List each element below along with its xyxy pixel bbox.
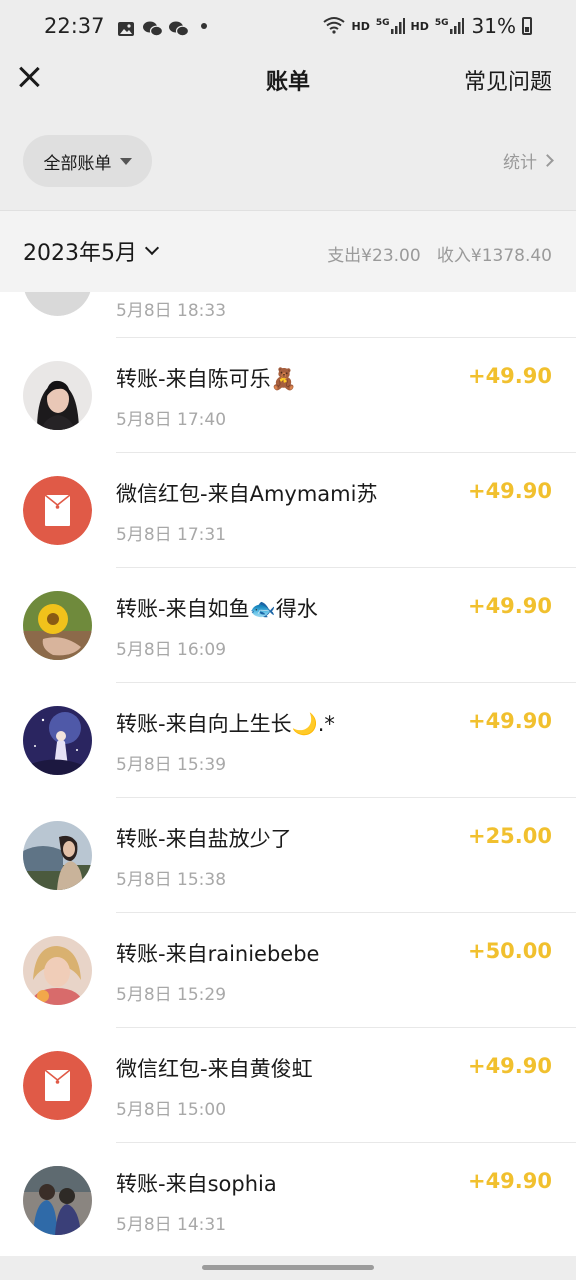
transaction-time: 5月8日 18:33 xyxy=(116,301,227,321)
hd-5g-signal-icon: 5G xyxy=(435,18,464,34)
all-bills-filter-button[interactable]: 全部账单 xyxy=(23,135,152,187)
transaction-title: 微信红包-来自Amymami苏 xyxy=(116,482,378,506)
status-bar: 22:37 HD 5G HD 5G 31% xyxy=(0,0,576,52)
transaction-time: 5月8日 15:38 xyxy=(116,870,227,890)
transaction-time: 5月8日 15:00 xyxy=(116,1100,227,1120)
chevron-right-icon xyxy=(541,154,554,167)
photo-avatar-woman xyxy=(23,361,92,430)
avatar xyxy=(23,292,92,316)
wechat-icon xyxy=(142,18,163,37)
transaction-title: 转账-来自sophia xyxy=(116,1172,277,1196)
list-item[interactable]: 转账-来自陈可乐🧸 5月8日 17:40 +49.90 xyxy=(0,338,576,453)
status-left: 22:37 xyxy=(44,14,207,38)
transaction-amount: +49.90 xyxy=(467,709,552,733)
transaction-title: 转账-来自陈可乐🧸 xyxy=(116,367,297,391)
month-label: 2023年5月 xyxy=(23,241,137,266)
photo-avatar-blonde xyxy=(23,936,92,1005)
filter-bar: 全部账单 统计 xyxy=(0,112,576,210)
transaction-title: 转账-来自如鱼🐟得水 xyxy=(116,597,318,621)
stats-label: 统计 xyxy=(503,153,537,173)
status-time: 22:37 xyxy=(44,14,105,38)
transaction-list: 5月8日 18:33 转账-来自陈可乐🧸 5月8日 17:40 +49.90 微… xyxy=(0,292,576,1256)
nav-bar: 账单 常见问题 xyxy=(0,52,576,112)
transaction-time: 5月8日 15:29 xyxy=(116,985,227,1005)
transaction-title: 转账-来自向上生长🌙.* xyxy=(116,712,335,736)
transaction-time: 5月8日 16:09 xyxy=(116,640,227,660)
battery-icon xyxy=(522,17,532,35)
list-item[interactable]: 转账-来自向上生长🌙.* 5月8日 15:39 +49.90 xyxy=(0,683,576,798)
caret-down-icon xyxy=(119,157,132,165)
transaction-time: 5月8日 17:40 xyxy=(116,410,227,430)
month-summary: 支出¥23.00 收入¥1378.40 xyxy=(327,246,552,266)
list-item[interactable]: 微信红包-来自黄俊虹 5月8日 15:00 +49.90 xyxy=(0,1028,576,1143)
home-indicator[interactable] xyxy=(202,1265,374,1270)
transaction-amount: +49.90 xyxy=(467,594,552,618)
all-bills-label: 全部账单 xyxy=(43,153,112,174)
dot-icon xyxy=(200,23,207,29)
list-item[interactable]: 转账-来自rainiebebe 5月8日 15:29 +50.00 xyxy=(0,913,576,1028)
month-selector[interactable]: 2023年5月 xyxy=(23,235,160,267)
list-item-partial[interactable]: 5月8日 18:33 xyxy=(0,292,576,338)
status-right: HD 5G HD 5G 31% xyxy=(322,14,532,38)
transaction-time: 5月8日 15:39 xyxy=(116,755,227,775)
transaction-time: 5月8日 17:31 xyxy=(116,525,227,545)
transaction-time: 5月8日 14:31 xyxy=(116,1215,227,1235)
wifi-icon xyxy=(322,16,346,37)
transaction-title: 转账-来自rainiebebe xyxy=(116,942,320,966)
battery-percent: 31% xyxy=(471,14,516,38)
month-header: 2023年5月 支出¥23.00 收入¥1378.40 xyxy=(0,210,576,292)
transaction-amount: +50.00 xyxy=(467,939,552,963)
transaction-amount: +49.90 xyxy=(467,479,552,503)
transaction-title: 微信红包-来自黄俊虹 xyxy=(116,1057,313,1081)
faq-link[interactable]: 常见问题 xyxy=(464,64,552,96)
list-item[interactable]: 转账-来自盐放少了 5月8日 15:38 +25.00 xyxy=(0,798,576,913)
image-icon xyxy=(117,18,135,36)
red-packet-icon xyxy=(23,1051,92,1120)
list-item[interactable]: 转账-来自sophia 5月8日 14:31 +49.90 xyxy=(0,1143,576,1256)
transaction-amount: +49.90 xyxy=(467,1054,552,1078)
transaction-title: 转账-来自盐放少了 xyxy=(116,827,292,851)
transaction-amount: +25.00 xyxy=(467,824,552,848)
network-label: 5G xyxy=(434,18,449,28)
chevron-down-icon xyxy=(144,240,160,256)
hd-label: HD xyxy=(410,19,429,33)
list-item[interactable]: 微信红包-来自Amymami苏 5月8日 17:31 +49.90 xyxy=(0,453,576,568)
wechat-icon xyxy=(168,18,189,37)
list-item[interactable]: 转账-来自如鱼🐟得水 5月8日 16:09 +49.90 xyxy=(0,568,576,683)
hd-label: HD xyxy=(351,19,370,33)
hd-5g-signal-icon: 5G xyxy=(376,18,405,34)
photo-avatar-couple xyxy=(23,1166,92,1235)
network-label: 5G xyxy=(375,18,390,28)
photo-avatar-night-sky xyxy=(23,706,92,775)
stats-link[interactable]: 统计 xyxy=(503,148,554,173)
photo-avatar-girl-outdoor xyxy=(23,821,92,890)
transaction-amount: +49.90 xyxy=(467,1169,552,1193)
photo-avatar-sunflower xyxy=(23,591,92,660)
red-packet-icon xyxy=(23,476,92,545)
gesture-bar xyxy=(0,1256,576,1280)
transaction-amount: +49.90 xyxy=(467,364,552,388)
